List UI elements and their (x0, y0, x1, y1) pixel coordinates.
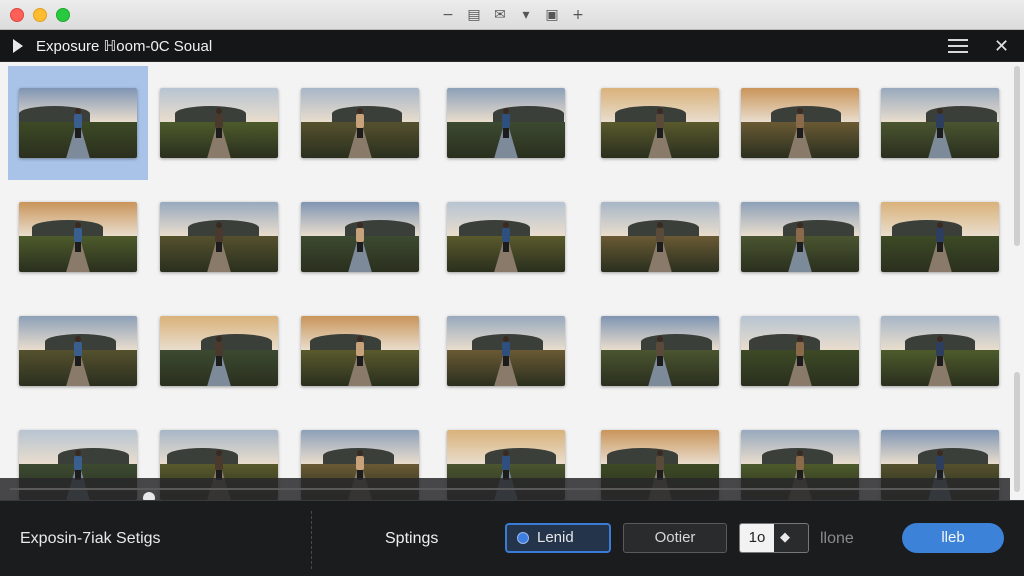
photo-thumbnail[interactable] (160, 202, 278, 272)
footer-bar: Exposin-7iak Setigs Sptings Lenid Ootier… (0, 500, 1024, 576)
photo-thumbnail-cell[interactable] (290, 66, 430, 180)
footer-divider (311, 511, 312, 569)
scrollbar[interactable] (1012, 62, 1022, 500)
photo-thumbnail-cell[interactable] (436, 66, 576, 180)
photo-thumbnail-cell[interactable] (8, 180, 148, 294)
muted-label: llone (820, 530, 854, 547)
list-box-icon[interactable]: ▤ (464, 6, 484, 24)
photo-thumbnail-cell[interactable] (8, 294, 148, 408)
photo-thumbnail-cell[interactable] (730, 180, 870, 294)
photo-thumbnail-cell[interactable] (8, 66, 148, 180)
photo-thumbnail[interactable] (160, 88, 278, 158)
photo-thumbnail-cell[interactable] (290, 180, 430, 294)
photo-thumbnail-cell[interactable] (870, 180, 1010, 294)
settings-label: Sptings (385, 530, 439, 547)
photo-thumbnail-cell[interactable] (590, 180, 730, 294)
photo-thumbnail[interactable] (19, 202, 137, 272)
list-icon[interactable] (948, 39, 968, 53)
photo-thumbnail-cell[interactable] (730, 66, 870, 180)
ootier-option-button[interactable]: Ootier (623, 523, 727, 553)
photo-thumbnail[interactable] (19, 316, 137, 386)
close-icon[interactable]: ✕ (994, 36, 1009, 57)
photo-thumbnail[interactable] (447, 316, 565, 386)
footer-settings-label: Exposin-7iak Setigs (20, 530, 161, 547)
scroll-thumb-secondary[interactable] (1014, 372, 1020, 492)
lenid-option-button[interactable]: Lenid (505, 523, 611, 553)
titlebar-icons: − ▤ ✉ ▾ ▣ + (438, 6, 588, 24)
radio-dot-icon (517, 532, 529, 544)
photo-thumbnail-cell[interactable] (149, 294, 289, 408)
play-icon[interactable] (13, 39, 23, 53)
photo-thumbnail[interactable] (19, 88, 137, 158)
photo-thumbnail[interactable] (301, 316, 419, 386)
photo-thumbnail-cell[interactable] (590, 66, 730, 180)
photo-thumbnail-cell[interactable] (590, 294, 730, 408)
diamond-icon[interactable]: ◆ (780, 530, 790, 545)
photo-thumbnail[interactable] (447, 202, 565, 272)
lenid-option-label: Lenid (537, 529, 574, 546)
header-title: Exposure ℍoom-0C Soual (36, 38, 213, 55)
mail-icon[interactable]: ✉ (490, 6, 510, 24)
primary-action-button[interactable]: lleb (902, 523, 1004, 553)
close-window-button[interactable] (10, 8, 24, 22)
briefcase-icon[interactable]: ▣ (542, 6, 562, 24)
value-stepper[interactable]: 1o ◆ (739, 523, 809, 553)
header-bar: Exposure ℍoom-0C Soual ✕ (0, 30, 1024, 62)
stepper-value[interactable]: 1o (740, 524, 774, 552)
photo-thumbnail[interactable] (741, 88, 859, 158)
photo-thumbnail-cell[interactable] (870, 66, 1010, 180)
slider-line (10, 488, 1000, 490)
photo-thumbnail-cell[interactable] (730, 294, 870, 408)
photo-thumbnail[interactable] (741, 202, 859, 272)
photo-thumbnail-cell[interactable] (870, 294, 1010, 408)
photo-thumbnail-cell[interactable] (149, 66, 289, 180)
photo-thumbnail[interactable] (741, 316, 859, 386)
photo-thumbnail[interactable] (601, 202, 719, 272)
photo-thumbnail[interactable] (601, 316, 719, 386)
chevron-down-icon[interactable]: ▾ (516, 6, 536, 24)
photo-thumbnail[interactable] (881, 316, 999, 386)
photo-thumbnail-cell[interactable] (149, 180, 289, 294)
photo-thumbnail[interactable] (301, 88, 419, 158)
photo-thumbnail[interactable] (881, 202, 999, 272)
plus-icon[interactable]: + (568, 6, 588, 24)
photo-thumbnail[interactable] (601, 88, 719, 158)
photo-thumbnail[interactable] (301, 202, 419, 272)
minus-icon[interactable]: − (438, 6, 458, 24)
minimize-window-button[interactable] (33, 8, 47, 22)
photo-thumbnail-cell[interactable] (436, 294, 576, 408)
photo-thumbnail[interactable] (160, 316, 278, 386)
photo-thumbnail-cell[interactable] (290, 294, 430, 408)
photo-thumbnail[interactable] (881, 88, 999, 158)
app-window: − ▤ ✉ ▾ ▣ + Exposure ℍoom-0C Soual ✕ Exp… (0, 0, 1024, 576)
photo-grid (0, 62, 1024, 500)
photo-thumbnail[interactable] (447, 88, 565, 158)
photo-thumbnail-cell[interactable] (436, 180, 576, 294)
zoom-window-button[interactable] (56, 8, 70, 22)
title-bar: − ▤ ✉ ▾ ▣ + (0, 0, 1024, 30)
scroll-thumb[interactable] (1014, 66, 1020, 246)
thumbnail-size-slider[interactable] (0, 478, 1010, 504)
